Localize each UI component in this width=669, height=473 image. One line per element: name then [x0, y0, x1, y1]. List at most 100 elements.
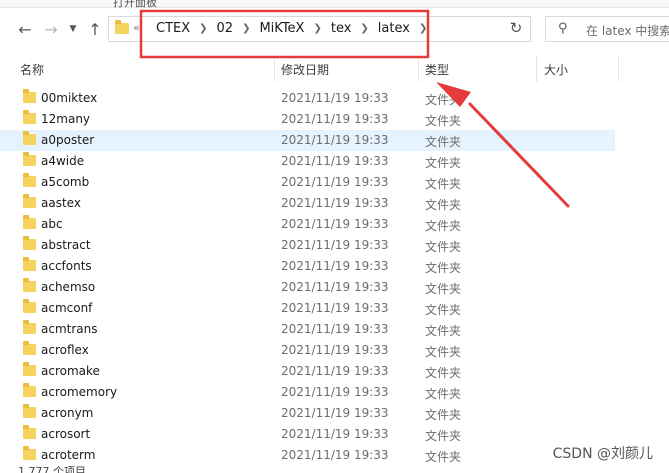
- list-item[interactable]: abstract 2021/11/19 19:33 文件夹: [0, 235, 615, 256]
- column-headers: 名称 修改日期 类型 大小: [0, 56, 669, 82]
- file-name: aastex: [41, 196, 81, 210]
- list-item[interactable]: acromemory 2021/11/19 19:33 文件夹: [0, 382, 615, 403]
- column-divider[interactable]: [618, 56, 619, 82]
- file-name: acroterm: [41, 448, 96, 462]
- file-date: 2021/11/19 19:33: [281, 427, 389, 441]
- column-divider[interactable]: [418, 56, 419, 82]
- file-type: 文件夹: [425, 114, 462, 128]
- file-date: 2021/11/19 19:33: [281, 301, 389, 315]
- file-date: 2021/11/19 19:33: [281, 196, 389, 210]
- file-type: 文件夹: [425, 345, 462, 359]
- list-item[interactable]: acroflex 2021/11/19 19:33 文件夹: [0, 340, 615, 361]
- refresh-button[interactable]: ↻: [505, 17, 527, 39]
- up-button[interactable]: ↑: [84, 18, 106, 40]
- column-header-type[interactable]: 类型: [425, 61, 449, 78]
- recent-locations-button[interactable]: ▼: [62, 18, 84, 40]
- chevron-right-icon[interactable]: ❯: [415, 23, 431, 34]
- folder-icon: [23, 341, 36, 355]
- file-type: 文件夹: [425, 303, 462, 317]
- breadcrumb-02[interactable]: 02: [212, 21, 239, 36]
- column-header-name[interactable]: 名称: [20, 61, 44, 78]
- search-box[interactable]: ⚲ 在 latex 中搜索: [545, 16, 669, 42]
- chevron-right-icon[interactable]: ❯: [195, 23, 211, 34]
- file-date: 2021/11/19 19:33: [281, 343, 389, 357]
- folder-icon: [23, 110, 36, 124]
- list-item[interactable]: acromake 2021/11/19 19:33 文件夹: [0, 361, 615, 382]
- folder-icon: [23, 173, 36, 187]
- forward-button[interactable]: →: [40, 18, 62, 40]
- file-name: acroflex: [41, 343, 89, 357]
- folder-icon: [23, 299, 36, 313]
- column-header-date[interactable]: 修改日期: [281, 61, 329, 78]
- file-type: 文件夹: [425, 93, 462, 107]
- file-date: 2021/11/19 19:33: [281, 448, 389, 462]
- folder-icon: [23, 236, 36, 250]
- refresh-icon: ↻: [509, 19, 523, 37]
- file-type: 文件夹: [425, 135, 462, 149]
- list-item[interactable]: acrosort 2021/11/19 19:33 文件夹: [0, 424, 615, 445]
- file-list: 00miktex 2021/11/19 19:33 文件夹 12many 2021/1…: [0, 88, 669, 466]
- list-item[interactable]: a4wide 2021/11/19 19:33 文件夹: [0, 151, 615, 172]
- file-date: 2021/11/19 19:33: [281, 238, 389, 252]
- list-item[interactable]: a5comb 2021/11/19 19:33 文件夹: [0, 172, 615, 193]
- breadcrumb-latex[interactable]: latex: [373, 21, 415, 36]
- list-item[interactable]: acroterm 2021/11/19 19:33 文件夹: [0, 445, 615, 466]
- breadcrumb-ctex[interactable]: CTEX: [151, 21, 195, 36]
- file-type: 文件夹: [425, 219, 462, 233]
- folder-icon: [23, 383, 36, 397]
- chevron-right-icon[interactable]: ❯: [356, 23, 372, 34]
- folder-icon: [23, 215, 36, 229]
- folder-icon: [115, 20, 129, 34]
- file-name: acronym: [41, 406, 94, 420]
- address-bar[interactable]: « CTEX ❯ 02 ❯ MiKTeX ❯ tex ❯ latex ❯: [108, 16, 531, 42]
- list-item[interactable]: achemso 2021/11/19 19:33 文件夹: [0, 277, 615, 298]
- chevron-right-icon[interactable]: ❯: [238, 23, 254, 34]
- file-name: acrosort: [41, 427, 91, 441]
- file-date: 2021/11/19 19:33: [281, 385, 389, 399]
- chevron-down-icon: ▼: [69, 24, 77, 34]
- list-item[interactable]: aastex 2021/11/19 19:33 文件夹: [0, 193, 615, 214]
- file-date: 2021/11/19 19:33: [281, 112, 389, 126]
- folder-icon: [23, 320, 36, 334]
- list-item[interactable]: acronym 2021/11/19 19:33 文件夹: [0, 403, 615, 424]
- folder-icon: [23, 194, 36, 208]
- file-type: 文件夹: [425, 198, 462, 212]
- file-date: 2021/11/19 19:33: [281, 133, 389, 147]
- navigation-bar: ← → ▼ ↑ « CTEX ❯ 02 ❯ MiKTeX ❯ tex ❯ lat…: [0, 8, 669, 52]
- folder-icon: [23, 425, 36, 439]
- column-divider[interactable]: [536, 56, 537, 82]
- list-item[interactable]: 12many 2021/11/19 19:33 文件夹: [0, 109, 615, 130]
- list-item[interactable]: acmtrans 2021/11/19 19:33 文件夹: [0, 319, 615, 340]
- list-item[interactable]: a0poster 2021/11/19 19:33 文件夹: [0, 130, 615, 151]
- file-date: 2021/11/19 19:33: [281, 154, 389, 168]
- breadcrumb-miktex[interactable]: MiKTeX: [254, 21, 309, 36]
- file-type: 文件夹: [425, 408, 462, 422]
- file-name: acromemory: [41, 385, 118, 399]
- file-type: 文件夹: [425, 261, 462, 275]
- search-icon: ⚲: [558, 21, 568, 36]
- file-name: abc: [41, 217, 63, 231]
- list-item[interactable]: 00miktex 2021/11/19 19:33 文件夹: [0, 88, 615, 109]
- breadcrumb-tex[interactable]: tex: [326, 21, 357, 36]
- file-date: 2021/11/19 19:33: [281, 259, 389, 273]
- file-name: 00miktex: [41, 91, 98, 105]
- file-name: accfonts: [41, 259, 92, 273]
- file-type: 文件夹: [425, 366, 462, 380]
- file-date: 2021/11/19 19:33: [281, 406, 389, 420]
- file-date: 2021/11/19 19:33: [281, 91, 389, 105]
- file-type: 文件夹: [425, 156, 462, 170]
- column-divider[interactable]: [274, 56, 275, 82]
- list-item[interactable]: abc 2021/11/19 19:33 文件夹: [0, 214, 615, 235]
- column-header-size[interactable]: 大小: [544, 61, 568, 78]
- file-type: 文件夹: [425, 387, 462, 401]
- arrow-left-icon: ←: [18, 19, 32, 39]
- file-type: 文件夹: [425, 324, 462, 338]
- folder-icon: [23, 446, 36, 460]
- watermark: CSDN @刘颜儿: [552, 446, 653, 462]
- chevron-right-icon[interactable]: ❯: [309, 23, 325, 34]
- file-type: 文件夹: [425, 282, 462, 296]
- address-overflow-icon[interactable]: «: [133, 21, 140, 34]
- list-item[interactable]: acmconf 2021/11/19 19:33 文件夹: [0, 298, 615, 319]
- list-item[interactable]: accfonts 2021/11/19 19:33 文件夹: [0, 256, 615, 277]
- back-button[interactable]: ←: [14, 18, 36, 40]
